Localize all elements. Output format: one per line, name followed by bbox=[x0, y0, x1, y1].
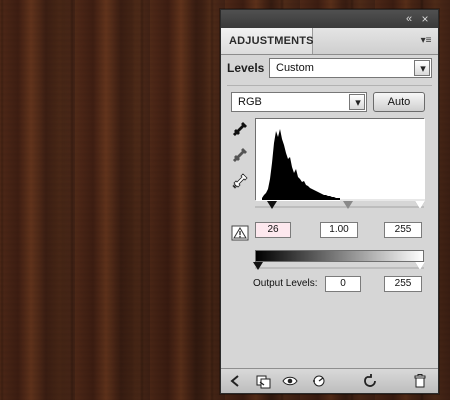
levels-label: Levels bbox=[227, 61, 265, 75]
output-levels-slider[interactable] bbox=[253, 262, 425, 274]
eyedropper-gray-icon[interactable] bbox=[231, 146, 249, 164]
preset-select[interactable]: Custom ▾ bbox=[269, 58, 432, 78]
warning-icon[interactable] bbox=[231, 224, 249, 242]
clip-to-layer-icon[interactable] bbox=[254, 373, 272, 389]
input-black-field[interactable]: 26 bbox=[255, 222, 291, 238]
tab-adjustments[interactable]: ADJUSTMENTS bbox=[221, 28, 314, 54]
preset-dropdown-button[interactable]: ▾ bbox=[414, 60, 430, 76]
output-black-handle[interactable] bbox=[253, 262, 263, 270]
eyedropper-black-icon[interactable] bbox=[231, 120, 249, 138]
adjustments-panel: « × ADJUSTMENTS ▾≡ Levels Custom ▾ RGB ▾… bbox=[220, 9, 439, 394]
output-levels-row: Output Levels: 0 255 bbox=[253, 276, 432, 294]
input-gamma-handle[interactable] bbox=[343, 201, 353, 209]
output-levels-gradient bbox=[255, 250, 424, 262]
panel-top-strip: « × bbox=[221, 10, 438, 29]
input-white-handle[interactable] bbox=[415, 201, 425, 209]
output-black-field[interactable]: 0 bbox=[325, 276, 361, 292]
channel-select[interactable]: RGB ▾ bbox=[231, 92, 367, 112]
input-slider-track bbox=[255, 206, 424, 208]
histogram bbox=[255, 118, 425, 201]
visibility-icon[interactable] bbox=[281, 373, 299, 389]
panel-menu-icon[interactable]: ▾≡ bbox=[419, 35, 433, 47]
view-previous-icon[interactable] bbox=[311, 373, 329, 389]
preset-value: Custom bbox=[276, 62, 314, 74]
divider bbox=[227, 85, 432, 86]
chevron-down-icon: ▾ bbox=[420, 63, 426, 75]
channel-dropdown-button[interactable]: ▾ bbox=[349, 94, 365, 110]
channel-value: RGB bbox=[238, 96, 262, 108]
output-levels-label: Output Levels: bbox=[253, 278, 318, 289]
auto-button[interactable]: Auto bbox=[373, 92, 425, 112]
input-values: 26 1.00 255 bbox=[255, 222, 424, 240]
input-black-handle[interactable] bbox=[267, 201, 277, 209]
eyedropper-tools bbox=[231, 120, 249, 190]
input-white-field[interactable]: 255 bbox=[384, 222, 422, 238]
levels-header: Levels Custom ▾ bbox=[227, 58, 432, 80]
collapse-icon[interactable]: « bbox=[402, 13, 416, 25]
histogram-graph bbox=[256, 119, 425, 201]
panel-tab-bar: ADJUSTMENTS ▾≡ bbox=[221, 28, 438, 55]
back-icon[interactable] bbox=[227, 373, 245, 389]
delete-icon[interactable] bbox=[411, 373, 429, 389]
eyedropper-white-icon[interactable] bbox=[231, 172, 249, 190]
output-white-field[interactable]: 255 bbox=[384, 276, 422, 292]
reset-icon[interactable] bbox=[361, 373, 379, 389]
output-slider-track bbox=[255, 267, 424, 269]
input-gamma-field[interactable]: 1.00 bbox=[320, 222, 358, 238]
close-icon[interactable]: × bbox=[418, 12, 432, 26]
output-white-handle[interactable] bbox=[415, 262, 425, 270]
panel-bottom-bar bbox=[221, 368, 438, 393]
chevron-down-icon: ▾ bbox=[355, 97, 361, 109]
tab-label: ADJUSTMENTS bbox=[229, 35, 314, 47]
input-levels-slider[interactable] bbox=[255, 201, 425, 213]
channel-row: RGB ▾ Auto bbox=[227, 92, 432, 114]
